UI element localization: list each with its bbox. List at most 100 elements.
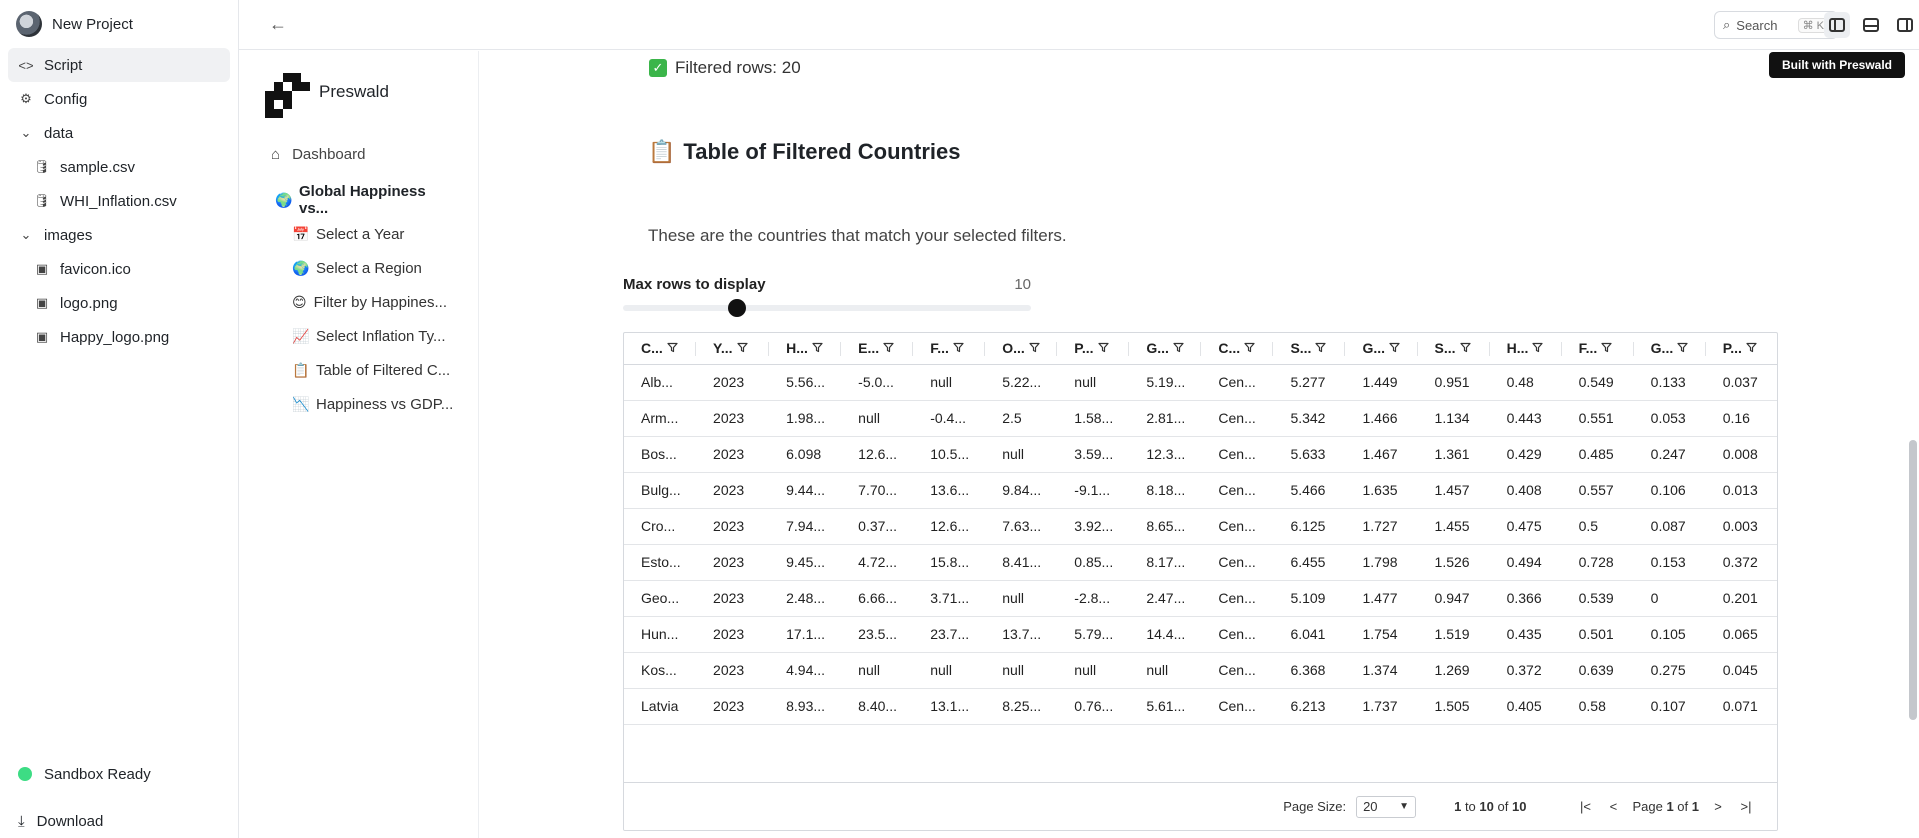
table-row[interactable]: Bos... 2023 6.098 12.6... 10.5... null 3.59...… [624, 436, 1777, 473]
globe-icon: 🌍 [292, 259, 310, 276]
sidebar-file-whi-inflation-csv[interactable]: 🛢 WHI_Inflation.csv [0, 184, 238, 218]
sidebar-item-config[interactable]: ⚙ Config [0, 82, 238, 116]
brand[interactable]: Preswald [239, 51, 478, 133]
toggle-right-panel-button[interactable] [1892, 12, 1918, 38]
column-header[interactable]: F... [1561, 333, 1634, 365]
table-cell: 8.25... [985, 688, 1058, 725]
filter-funnel-icon[interactable] [1532, 340, 1543, 356]
table-row[interactable]: Geo... 2023 2.48... 6.66... 3.71... null -2.8.… [624, 580, 1777, 617]
first-page-icon[interactable]: |< [1576, 799, 1594, 814]
table-row[interactable]: Alb... 2023 5.56... -5.0... null 5.22... null 5… [624, 364, 1777, 401]
table-cell: 0.549 [1561, 364, 1634, 401]
column-header-label: F... [930, 340, 949, 357]
nav-item-happiness-gdp[interactable]: 📉 Happiness vs GDP... [239, 387, 478, 421]
image-icon: ▣ [35, 329, 49, 344]
filter-funnel-icon[interactable] [1746, 340, 1757, 356]
table-row[interactable]: Latvia 2023 8.93... 8.40... 13.1... 8.25... 0.… [624, 688, 1777, 725]
nav-item-label: Select Inflation Ty... [316, 327, 446, 345]
filter-funnel-icon[interactable] [1315, 340, 1327, 356]
table-row[interactable]: Bulg... 2023 9.44... 7.70... 13.6... 9.84... -… [624, 472, 1777, 509]
filter-funnel-icon[interactable] [1601, 340, 1612, 356]
table-cell: 0.153 [1633, 544, 1706, 581]
table-cell: 0.065 [1705, 616, 1777, 653]
back-arrow-icon[interactable]: ← [269, 14, 291, 36]
column-header[interactable]: S... [1417, 333, 1490, 365]
table-cell: Alb... [624, 364, 697, 401]
table-cell: 5.633 [1273, 436, 1346, 473]
table-cell: 2.5 [985, 400, 1058, 437]
column-header[interactable]: F... [913, 333, 986, 365]
table-cell: 0.071 [1705, 688, 1777, 725]
filter-funnel-icon[interactable] [953, 340, 964, 356]
table-cell: 0.48 [1489, 364, 1562, 401]
column-header[interactable]: G... [1345, 333, 1418, 365]
sidebar-item-label: sample.csv [60, 158, 136, 176]
nav-item-select-inflation[interactable]: 📈 Select Inflation Ty... [239, 319, 478, 353]
filter-funnel-icon[interactable] [883, 340, 894, 356]
project-header[interactable]: New Project [0, 0, 238, 48]
prev-page-icon[interactable]: < [1604, 799, 1622, 814]
table-cell: 1.737 [1345, 688, 1418, 725]
column-header[interactable]: G... [1633, 333, 1706, 365]
filter-funnel-icon[interactable] [1677, 340, 1688, 356]
nav-item-select-year[interactable]: 📅 Select a Year [239, 217, 478, 251]
page-size-select[interactable]: 20 ▼ [1356, 795, 1417, 818]
table-row[interactable]: Hun... 2023 17.1... 23.5... 23.7... 13.7... 5.… [624, 616, 1777, 653]
table-cell: 15.8... [913, 544, 986, 581]
next-page-icon[interactable]: > [1709, 799, 1727, 814]
nav-item-select-region[interactable]: 🌍 Select a Region [239, 251, 478, 285]
sidebar-file-logo[interactable]: ▣ logo.png [0, 286, 238, 320]
column-header-wrap: G... [1651, 340, 1706, 356]
sidebar-file-happy-logo[interactable]: ▣ Happy_logo.png [0, 320, 238, 354]
sidebar-folder-data[interactable]: ⌄ data [0, 116, 238, 150]
column-header[interactable]: C... [1201, 333, 1274, 365]
column-header[interactable]: G... [1129, 333, 1202, 365]
table-row[interactable]: Cro... 2023 7.94... 0.37... 12.6... 7.63... 3.… [624, 508, 1777, 545]
sidebar-file-sample-csv[interactable]: 🛢 sample.csv [0, 150, 238, 184]
column-header[interactable]: P... [1057, 333, 1130, 365]
sandbox-status: Sandbox Ready [0, 754, 238, 794]
toggle-bottom-panel-button[interactable] [1858, 12, 1884, 38]
search-button[interactable]: ⌕ Search ⌘ K [1714, 11, 1838, 39]
filter-funnel-icon[interactable] [812, 340, 823, 356]
column-header[interactable]: E... [841, 333, 914, 365]
filter-funnel-icon[interactable] [667, 340, 678, 356]
column-header[interactable]: C... [624, 333, 697, 365]
filter-funnel-icon[interactable] [1389, 340, 1400, 356]
nav-item-table-filtered[interactable]: 📋 Table of Filtered C... [239, 353, 478, 387]
page-total: 1 [1691, 799, 1699, 814]
slider-value: 10 [1014, 276, 1031, 293]
column-header[interactable]: Y... [696, 333, 770, 365]
filter-funnel-icon[interactable] [1097, 340, 1109, 356]
filter-funnel-icon[interactable] [1244, 340, 1255, 356]
slider-thumb[interactable] [728, 299, 747, 317]
table-row[interactable]: Arm... 2023 1.98... null -0.4... 2.5 1.58... 2.… [624, 400, 1777, 437]
sidebar-folder-images[interactable]: ⌄ images [0, 218, 238, 252]
toggle-left-panel-button[interactable] [1824, 12, 1850, 38]
table-row[interactable]: Kos... 2023 4.94... null null null null null Cen… [624, 652, 1777, 689]
filter-funnel-icon[interactable] [1459, 340, 1471, 356]
table-cell: 0.008 [1705, 436, 1777, 473]
nav-section-global-happiness[interactable]: 🌍 Global Happiness vs... [239, 183, 478, 217]
column-header[interactable]: O... [985, 333, 1058, 365]
slider-track[interactable] [623, 299, 1031, 317]
table-cell: 0.728 [1561, 544, 1634, 581]
table-cell: 0.639 [1561, 652, 1634, 689]
sidebar-file-favicon[interactable]: ▣ favicon.ico [0, 252, 238, 286]
filter-funnel-icon[interactable] [1029, 340, 1040, 356]
filter-funnel-icon[interactable] [736, 340, 748, 356]
column-header[interactable]: H... [769, 333, 842, 365]
download-label: Download [36, 812, 104, 830]
page-scrollbar[interactable] [1909, 440, 1917, 720]
download-button[interactable]: ⤓ Download [0, 804, 238, 838]
nav-item-filter-happiness[interactable]: 😊 Filter by Happines... [239, 285, 478, 319]
filter-funnel-icon[interactable] [1173, 340, 1184, 356]
column-header[interactable]: S... [1273, 333, 1346, 365]
table-cell: 0.475 [1489, 508, 1562, 545]
table-row[interactable]: Esto... 2023 9.45... 4.72... 15.8... 8.41... 0… [624, 544, 1777, 581]
nav-dashboard[interactable]: ⌂ Dashboard [239, 137, 478, 171]
column-header[interactable]: H... [1489, 333, 1562, 365]
sidebar-item-script[interactable]: <> Script [8, 48, 230, 82]
last-page-icon[interactable]: >| [1737, 799, 1755, 814]
column-header[interactable]: P... [1705, 333, 1777, 365]
